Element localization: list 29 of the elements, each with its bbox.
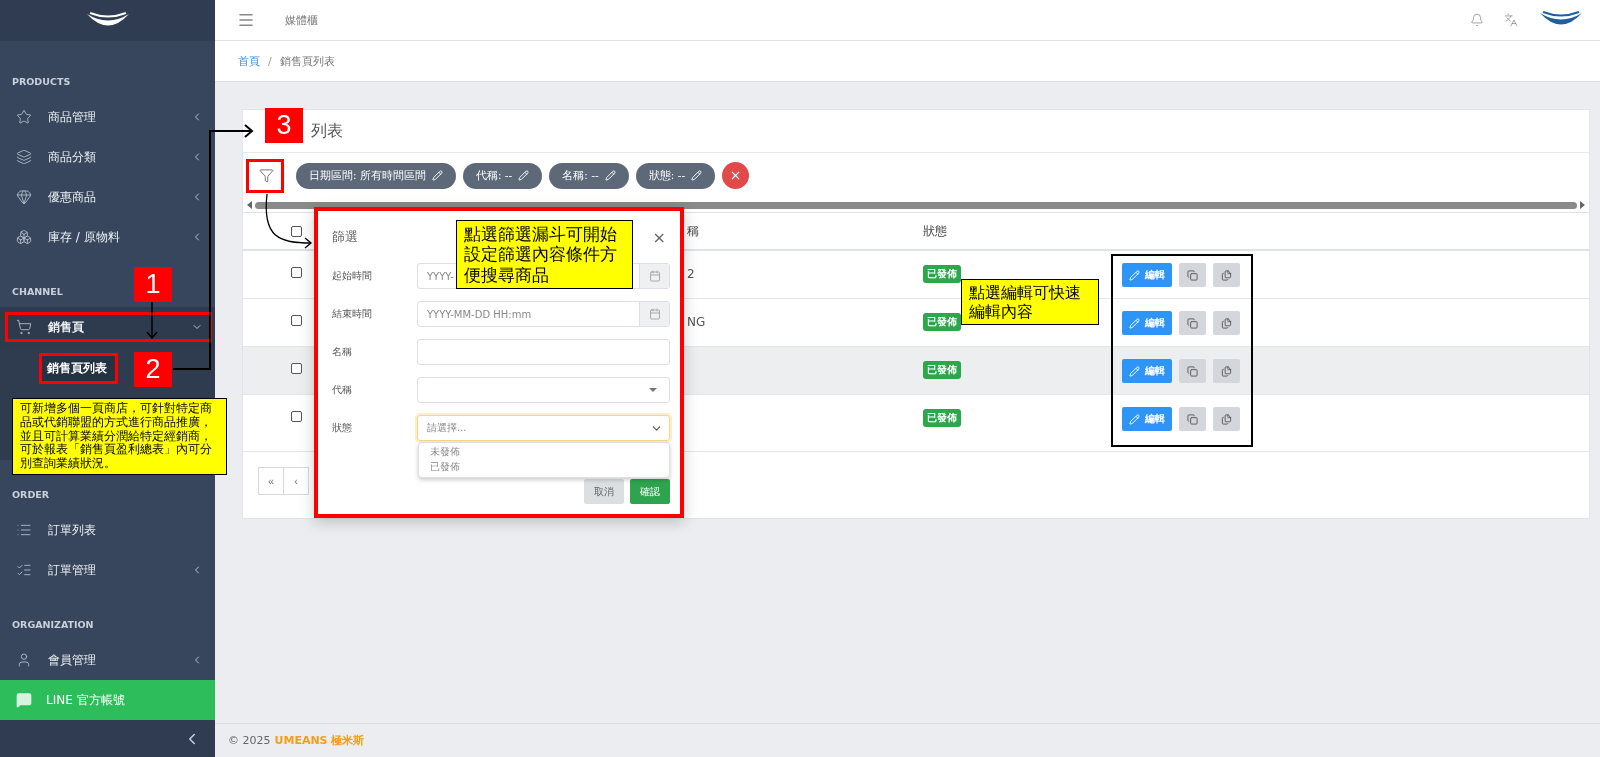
card-title: 列表	[311, 120, 343, 142]
field-label: 名稱	[332, 345, 353, 359]
callout-tooltip: 可新增多個一頁商店，可針對特定商品或代銷聯盟的方式進行商品推廣，並且可計算業績分潤給特定經銷商，可於報表「銷售頁盈利總表」內可分別查詢業績狀況。	[12, 398, 227, 475]
breadcrumb-current: 銷售頁列表	[279, 53, 335, 69]
callout-tooltip: 點選篩選漏斗可開始設定篩選內容條件方便搜尋商品	[456, 220, 633, 290]
page-title: 媒體櫃	[285, 12, 319, 28]
field-label: 起始時間	[332, 269, 373, 283]
table-cell-text: NG	[687, 314, 707, 329]
breadcrumb-separator: /	[268, 54, 272, 68]
dialog-title: 篩選	[332, 228, 358, 246]
column-header: 稱	[687, 223, 700, 239]
step-badge: 2	[134, 352, 172, 387]
section-title: CHANNEL	[12, 286, 63, 297]
field-label: 結束時間	[332, 307, 373, 321]
status-badge: 已發佈	[923, 313, 961, 331]
field-label: 代稱	[332, 383, 353, 397]
status-badge: 已發佈	[923, 361, 961, 379]
field-label: 狀態	[332, 421, 353, 435]
section-title: ORGANIZATION	[12, 619, 94, 630]
copyright-text: © 2025	[228, 734, 271, 747]
column-header: 狀態	[923, 223, 948, 239]
table-cell-text: 2	[687, 266, 696, 281]
status-badge: 已發佈	[923, 409, 961, 427]
section-title: ORDER	[12, 489, 50, 500]
status-badge: 已發佈	[923, 265, 961, 283]
section-title: PRODUCTS	[12, 76, 71, 87]
step-badge: 1	[134, 267, 172, 302]
callout-tooltip: 點選編輯可快速編輯內容	[961, 279, 1099, 326]
step-badge: 3	[265, 108, 303, 143]
